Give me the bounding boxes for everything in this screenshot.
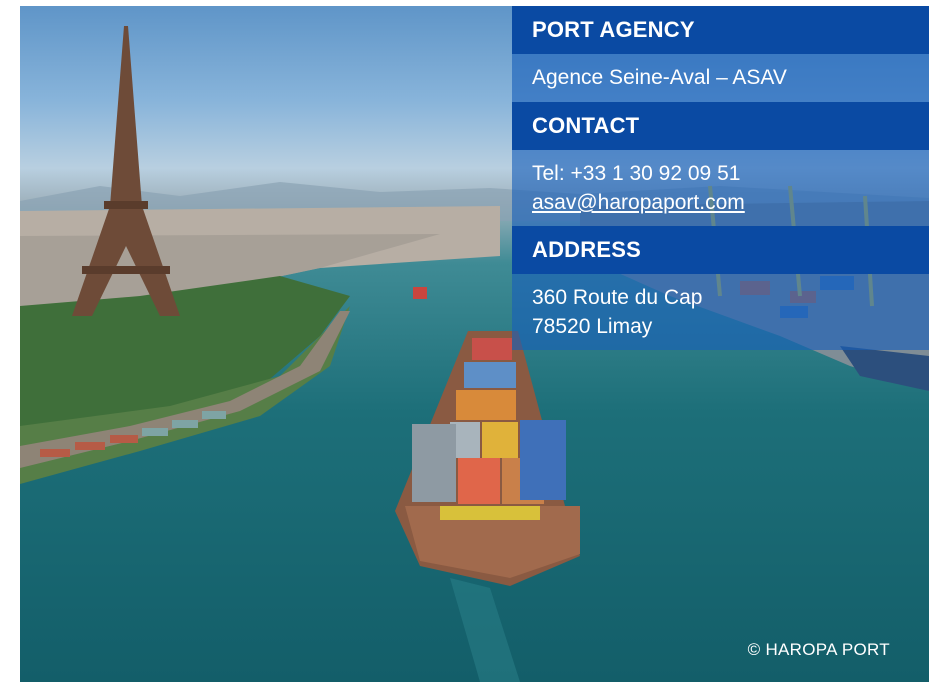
tugboat [413,287,427,299]
address-section: ADDRESS 360 Route du Cap 78520 Limay [512,226,929,350]
address-line-1: 360 Route du Cap [532,286,703,309]
agency-name: Agence Seine-Aval – ASAV [512,54,929,102]
contact-section: CONTACT Tel: +33 1 30 92 09 51 asav@haro… [512,102,929,226]
address-heading: ADDRESS [512,226,929,274]
phone-number: Tel: +33 1 30 92 09 51 [532,162,741,185]
contact-details: Tel: +33 1 30 92 09 51 asav@haropaport.c… [512,150,929,226]
port-agency-heading: PORT AGENCY [512,6,929,54]
copyright-notice: © HAROPA PORT [747,640,890,659]
email-link[interactable]: asav@haropaport.com [532,191,745,214]
cargo-ship [395,331,580,586]
address-details: 360 Route du Cap 78520 Limay [512,274,929,350]
port-agency-section: PORT AGENCY Agence Seine-Aval – ASAV [512,6,929,102]
address-line-2: 78520 Limay [532,315,653,338]
eiffel-tower-icon [72,26,180,316]
contact-heading: CONTACT [512,102,929,150]
